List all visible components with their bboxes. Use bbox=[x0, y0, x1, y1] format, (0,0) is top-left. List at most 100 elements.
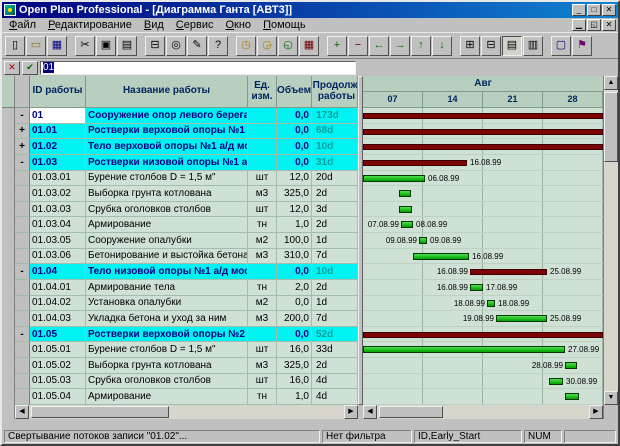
cell-name[interactable]: Бурение столбов D = 1,5 м" bbox=[86, 342, 248, 358]
cell-volume[interactable]: 325,0 bbox=[277, 358, 312, 374]
task-bar[interactable] bbox=[399, 190, 411, 197]
cell-unit[interactable]: шт bbox=[248, 374, 277, 390]
cell-duration[interactable]: 7d bbox=[312, 249, 358, 265]
task-bar[interactable] bbox=[487, 300, 495, 307]
table-scroll-right-button[interactable]: ▶ bbox=[344, 405, 358, 419]
summary-bar[interactable] bbox=[363, 160, 467, 166]
menu-item-0[interactable]: Файл bbox=[3, 19, 42, 31]
vertical-scrollbar[interactable]: ▲ ▼ bbox=[603, 76, 618, 405]
cell-name[interactable]: Укладка бетона и уход за ним bbox=[86, 311, 248, 327]
delete-activity-icon[interactable]: − bbox=[348, 36, 368, 56]
cell-name[interactable]: Ростверки верховой опоры №2 а/д bbox=[86, 327, 248, 343]
cell-id[interactable]: 01.03.06 bbox=[30, 249, 86, 265]
scroll-up-button[interactable]: ▲ bbox=[604, 76, 618, 90]
cell-id[interactable]: 01.04.03 bbox=[30, 311, 86, 327]
menu-item-5[interactable]: Помощь bbox=[257, 19, 312, 31]
cell-volume[interactable]: 200,0 bbox=[277, 311, 312, 327]
vertical-scroll-thumb[interactable] bbox=[604, 92, 618, 162]
close-button[interactable]: ✕ bbox=[602, 4, 616, 16]
expand-toggle[interactable]: + bbox=[15, 139, 30, 155]
cell-unit[interactable]: тн bbox=[248, 280, 277, 296]
task-bar[interactable] bbox=[401, 221, 413, 228]
cell-id[interactable]: 01.05.03 bbox=[30, 374, 86, 390]
print-preview-icon[interactable]: ◎ bbox=[166, 36, 186, 56]
menu-item-4[interactable]: Окно bbox=[219, 19, 257, 31]
task-bar[interactable] bbox=[413, 253, 469, 260]
cell-duration[interactable]: 31d bbox=[312, 155, 358, 171]
cell-name[interactable]: Тело верховой опоры №1 а/д моста bbox=[86, 139, 248, 155]
cell-duration[interactable]: 10d bbox=[312, 139, 358, 155]
cell-volume[interactable]: 12,0 bbox=[277, 202, 312, 218]
cell-id[interactable]: 01.04 bbox=[30, 264, 86, 280]
cell-duration[interactable]: 33d bbox=[312, 342, 358, 358]
cell-unit[interactable] bbox=[248, 139, 277, 155]
palette-icon[interactable]: ⚑ bbox=[572, 36, 592, 56]
summary-bar[interactable] bbox=[363, 113, 603, 119]
cell-id[interactable]: 01.03 bbox=[30, 155, 86, 171]
task-bar[interactable] bbox=[549, 378, 563, 385]
cell-id[interactable]: 01.04.02 bbox=[30, 296, 86, 312]
mdi-close-button[interactable]: ✕ bbox=[602, 19, 616, 31]
cell-unit[interactable]: м3 bbox=[248, 249, 277, 265]
cell-duration[interactable]: 10d bbox=[312, 264, 358, 280]
cell-volume[interactable]: 310,0 bbox=[277, 249, 312, 265]
move-down-icon[interactable]: ↓ bbox=[432, 36, 452, 56]
table-scroll-thumb[interactable] bbox=[31, 406, 169, 418]
cell-volume[interactable]: 0,0 bbox=[277, 296, 312, 312]
cell-id[interactable]: 01.05.02 bbox=[30, 358, 86, 374]
cell-id[interactable]: 01.03.05 bbox=[30, 233, 86, 249]
column-header[interactable]: Ед. изм. bbox=[248, 76, 277, 108]
gantt-view-icon[interactable]: ▤ bbox=[502, 36, 522, 56]
mdi-restore-button[interactable]: ◱ bbox=[587, 19, 601, 31]
cell-unit[interactable] bbox=[248, 124, 277, 140]
expand-toggle[interactable]: - bbox=[15, 264, 30, 280]
cell-duration[interactable]: 2d bbox=[312, 186, 358, 202]
cell-name[interactable]: Тело низовой опоры №1 а/д моста bbox=[86, 264, 248, 280]
task-bar[interactable] bbox=[565, 393, 579, 400]
cell-volume[interactable]: 0,0 bbox=[277, 124, 312, 140]
gantt-scroll-thumb[interactable] bbox=[379, 406, 443, 418]
calendar-icon[interactable]: ▦ bbox=[299, 36, 319, 56]
help-icon[interactable]: ? bbox=[208, 36, 228, 56]
print-icon[interactable]: ⊟ bbox=[145, 36, 165, 56]
column-header[interactable]: Продолж. работы bbox=[312, 76, 358, 108]
gantt-scroll-left-button[interactable]: ◀ bbox=[363, 405, 377, 419]
column-header[interactable]: ID работы bbox=[30, 76, 86, 108]
cell-volume[interactable]: 0,0 bbox=[277, 327, 312, 343]
cell-name[interactable]: Сооружение опалубки bbox=[86, 233, 248, 249]
cell-name[interactable]: Армирование bbox=[86, 389, 248, 405]
cell-duration[interactable]: 4d bbox=[312, 389, 358, 405]
gantt-horizontal-scrollbar[interactable]: ◀ ▶ bbox=[363, 405, 603, 419]
cell-id[interactable]: 01.05.01 bbox=[30, 342, 86, 358]
collapse-all-icon[interactable]: ⊟ bbox=[481, 36, 501, 56]
cell-volume[interactable]: 16,0 bbox=[277, 374, 312, 390]
cell-duration[interactable]: 4d bbox=[312, 374, 358, 390]
clock-early-icon[interactable]: ◷ bbox=[236, 36, 256, 56]
cell-edit-input[interactable]: 01 bbox=[40, 61, 356, 75]
cell-name[interactable]: Сооружение опор левого берега bbox=[86, 108, 248, 124]
cell-volume[interactable]: 0,0 bbox=[277, 155, 312, 171]
cell-id[interactable]: 01.04.01 bbox=[30, 280, 86, 296]
expand-toggle[interactable]: + bbox=[15, 124, 30, 140]
cell-duration[interactable]: 20d bbox=[312, 171, 358, 187]
cell-unit[interactable] bbox=[248, 108, 277, 124]
menu-item-3[interactable]: Сервис bbox=[170, 19, 220, 31]
cell-duration[interactable]: 1d bbox=[312, 296, 358, 312]
cell-id[interactable]: 01.03.02 bbox=[30, 186, 86, 202]
cell-id[interactable]: 01.05 bbox=[30, 327, 86, 343]
cell-duration[interactable]: 2d bbox=[312, 217, 358, 233]
screen-settings-icon[interactable]: ▢ bbox=[551, 36, 571, 56]
cell-id[interactable]: 01.01 bbox=[30, 124, 86, 140]
cell-name[interactable]: Ростверки низовой опоры №1 а/д м bbox=[86, 155, 248, 171]
cell-name[interactable]: Армирование тела bbox=[86, 280, 248, 296]
cell-duration[interactable]: 68d bbox=[312, 124, 358, 140]
cell-unit[interactable]: шт bbox=[248, 202, 277, 218]
cell-duration[interactable]: 52d bbox=[312, 327, 358, 343]
cell-unit[interactable]: м2 bbox=[248, 233, 277, 249]
scroll-down-button[interactable]: ▼ bbox=[604, 391, 618, 405]
accept-edit-button[interactable]: ✔ bbox=[22, 61, 38, 75]
cell-unit[interactable] bbox=[248, 264, 277, 280]
cell-volume[interactable]: 1,0 bbox=[277, 217, 312, 233]
properties-icon[interactable]: ✎ bbox=[187, 36, 207, 56]
task-bar[interactable] bbox=[399, 206, 412, 213]
